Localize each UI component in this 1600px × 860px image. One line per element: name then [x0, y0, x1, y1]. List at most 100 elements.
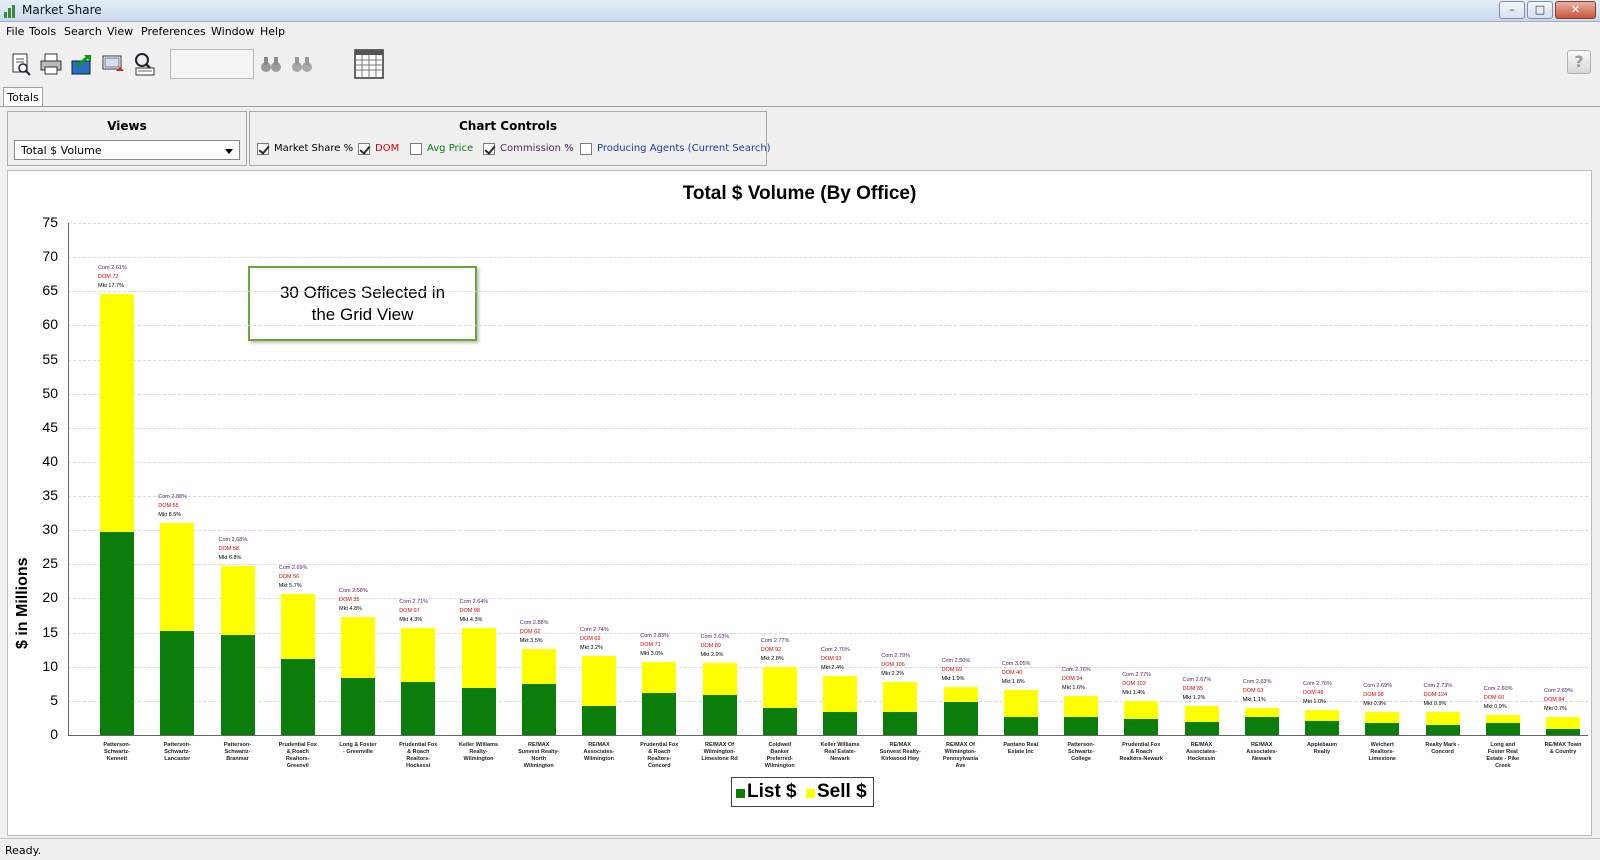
checkbox-producing-agents-box[interactable] [580, 143, 592, 155]
commission-label: Com 2.63% [1242, 679, 1272, 686]
x-tick-label-line: Prudential Fox [1122, 742, 1161, 748]
calendar-icon[interactable] [354, 49, 384, 79]
checkbox-avg-price-box[interactable] [410, 143, 422, 155]
dom-label: DOM 35 [339, 596, 360, 603]
find-next-icon[interactable] [289, 51, 315, 77]
chart-title: Total $ Volume (By Office) [682, 183, 917, 204]
menu-window[interactable]: Window [211, 25, 254, 38]
bar-sell [1365, 712, 1400, 723]
menu-search[interactable]: Search [64, 25, 102, 38]
commission-label: Com 2.61% [98, 264, 127, 271]
checkbox-avg-price-label: Avg Price [427, 143, 474, 154]
x-tick-label-line: Sunvest Realty- [879, 749, 921, 755]
menu-preferences[interactable]: Preferences [141, 25, 206, 38]
menu-file[interactable]: File [6, 25, 24, 38]
x-tick-label-line: RE/MAX [588, 742, 610, 748]
dom-label: DOM 98 [1363, 692, 1384, 699]
bar-list [1365, 722, 1400, 735]
chart-area: Total $ Volume (By Office) $ in Millions… [7, 170, 1592, 836]
x-tick-label-line: Realtors-Newark [1119, 756, 1163, 762]
x-tick-label: RE/MAX Of Wilmington- Limestone Rd [693, 742, 747, 763]
checkbox-dom-box[interactable] [358, 143, 370, 155]
find-icon[interactable] [258, 51, 284, 77]
search-input[interactable] [170, 49, 254, 79]
x-tick-label-line: Limestone Rd [701, 756, 738, 762]
bar-sell [220, 565, 255, 635]
market-share-label: Mkt 17.7% [98, 282, 124, 289]
help-button[interactable]: ? [1567, 50, 1591, 74]
bar-sell [461, 627, 496, 688]
dom-label: DOM 69 [941, 666, 962, 673]
menu-help[interactable]: Help [260, 25, 285, 38]
x-tick-label: Weichert Realtors- Limestone [1355, 742, 1409, 763]
x-tick-label-line: RE/MAX [528, 742, 550, 748]
tab-strip-border [0, 106, 1600, 107]
data-label: Com 2.79% DOM 106 Mkt 2.2% [881, 652, 933, 679]
y-tick-label: 35 [42, 487, 58, 504]
menu-view[interactable]: View [107, 25, 133, 38]
commission-label: Com 2.77% [760, 637, 790, 644]
bar-sell [1124, 700, 1159, 719]
x-tick-label-line: Realty Mark - [1425, 742, 1460, 748]
y-tick-label: 5 [50, 691, 58, 708]
close-button[interactable]: ✕ [1555, 1, 1596, 19]
x-tick-label-line: Banker [770, 749, 790, 755]
commission-label: Com 2.69% [1363, 683, 1392, 690]
legend-swatch-list [736, 789, 745, 798]
maximize-button[interactable]: □ [1527, 1, 1553, 19]
menu-tools[interactable]: Tools [29, 25, 56, 38]
x-tick-label: Patterson- Schwartz- Kennett [90, 742, 144, 763]
x-tick-label: RE/MAX Associates- Newark [1235, 742, 1289, 763]
bar-list [521, 683, 556, 735]
gridline [68, 223, 1588, 224]
x-tick-label-line: & Country [1549, 749, 1577, 755]
x-tick-label-line: Applebaum [1307, 742, 1337, 748]
y-tick-label: 75 [42, 214, 58, 230]
commission-label: Com 2.76% [1062, 667, 1091, 674]
bar-sell [100, 293, 134, 532]
x-tick-label: RE/MAX Sunvest Realty- North Wilmington [512, 742, 566, 770]
bar-sell [1064, 696, 1098, 718]
gridline [68, 530, 1588, 532]
bar-sell [883, 681, 918, 713]
preview-icon[interactable] [8, 51, 34, 77]
data-label: Com 2.63% DOM 63 Mkt 1.1% [1243, 678, 1295, 705]
search-agent-icon[interactable] [131, 51, 157, 77]
x-tick-label: Patterson- Schwartz- College [1054, 742, 1108, 763]
minimize-button[interactable]: – [1499, 1, 1525, 19]
data-label: Com 2.67% DOM 85 Mkt 1.2% [1183, 676, 1235, 703]
dom-label: DOM 62 [519, 628, 541, 635]
views-dropdown[interactable]: Total $ Volume [14, 140, 240, 160]
tab-totals[interactable]: Totals [3, 87, 43, 107]
bar-sell [642, 661, 677, 694]
menu-bar: File Tools Search View Preferences Windo… [0, 22, 1600, 41]
x-tick-label: Coldwell Banker Preferred- Wilmington [753, 742, 807, 770]
commission-label: Com 2.68% [218, 536, 248, 543]
market-share-label: Mkt 2.8% [760, 655, 784, 662]
dom-label: DOM 98 [459, 607, 480, 614]
x-tick-label-line: Wilmington- [703, 749, 736, 755]
checkbox-market-share-box[interactable] [257, 143, 269, 155]
checkbox-commission-box[interactable] [483, 143, 495, 155]
data-label: Com 2.73% DOM 124 Mkt 0.9% [1424, 682, 1476, 709]
bar-list [1305, 720, 1339, 735]
data-label: Com 2.70% DOM 93 Mkt 2.4% [821, 646, 873, 673]
x-tick-label-line: Pantano Real [1003, 742, 1039, 748]
commission-label: Com 3.05% [1001, 660, 1031, 667]
data-label: Com 2.69% DOM 56 Mkt 5.7% [279, 564, 331, 591]
data-label: Com 2.88% DOM 62 Mkt 3.5% [520, 619, 572, 646]
commission-label: Com 2.77% [1122, 671, 1151, 678]
dom-label: DOM 69 [580, 635, 601, 642]
data-label: Com 2.58% DOM 35 Mkt 4.8% [339, 587, 391, 614]
x-tick-label-line: Real Estate- [824, 749, 856, 755]
market-share-label: Mkt 1.9% [941, 675, 965, 682]
print-icon[interactable] [38, 51, 64, 77]
bar-sell [762, 666, 797, 709]
commission-label: Com 2.64% [459, 598, 489, 605]
data-label: Com 2.68% DOM 58 Mkt 6.8% [219, 536, 271, 563]
send-icon[interactable] [100, 51, 126, 77]
dom-label: DOM 103 [1122, 680, 1146, 687]
export-icon[interactable] [69, 51, 95, 77]
bar-sell [1305, 710, 1339, 721]
commission-label: Com 2.88% [158, 494, 187, 501]
